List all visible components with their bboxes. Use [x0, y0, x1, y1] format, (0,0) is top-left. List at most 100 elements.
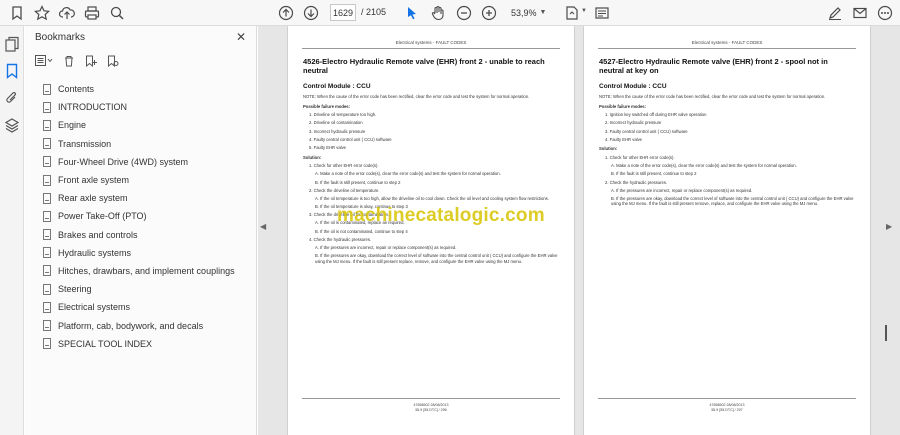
solution-step: A. If the oil temperature is too high, a…: [315, 195, 549, 201]
print-icon[interactable]: [83, 4, 101, 22]
bookmark-icon: [43, 119, 51, 131]
chevron-down-icon: ▼: [539, 9, 547, 16]
solution-step: B. If the fault is still present, contin…: [315, 179, 401, 185]
bookmark-item-pto[interactable]: Power Take-Off (PTO): [43, 207, 235, 225]
hand-tool-icon[interactable]: [429, 4, 447, 22]
email-icon[interactable]: [851, 4, 869, 22]
footer-divider: [302, 398, 560, 399]
bookmark-item-platform[interactable]: Platform, cab, bodywork, and decals: [43, 316, 235, 334]
bookmark-options-icon[interactable]: [35, 54, 53, 68]
scrollbar-thumb[interactable]: [885, 325, 887, 341]
bookmark-label: Brakes and controls: [58, 229, 138, 240]
bookmark-item-front-axle[interactable]: Front axle system: [43, 171, 235, 189]
bookmark-item-hydraulic[interactable]: Hydraulic systems: [43, 244, 235, 262]
collapse-left-arrow-icon[interactable]: ◀: [260, 222, 266, 231]
bookmark-item-contents[interactable]: Contents: [43, 80, 235, 98]
failure-item: 4. Faulty central control unit ( CCU) so…: [309, 136, 392, 142]
bookmark-icon: [43, 338, 51, 350]
bookmark-item-engine[interactable]: Engine: [43, 116, 235, 134]
collapse-right-arrow-icon[interactable]: ▶: [886, 222, 892, 231]
bookmarks-panel: Bookmarks ✕ Contents INTRODUCTION Engine…: [25, 26, 257, 435]
page-fit-icon[interactable]: [563, 4, 581, 22]
solution-step: 2. Check the driveline oil temperature.: [309, 187, 380, 193]
bookmark-label: Electrical systems: [58, 302, 131, 313]
bookmark-item-electrical[interactable]: Electrical systems: [43, 298, 235, 316]
note-text: NOTE: When the cause of the error code h…: [599, 94, 826, 99]
toolbar: 1629 / 2105 53,9% ▼ ▼: [0, 0, 900, 26]
zoom-search-icon[interactable]: [108, 4, 126, 22]
more-options-icon[interactable]: [876, 4, 894, 22]
star-icon[interactable]: [33, 4, 51, 22]
bookmark-icon: [43, 229, 51, 241]
bookmark-label: Transmission: [58, 138, 112, 149]
solution-step: A. Make a note of the error code(s), cle…: [611, 163, 797, 169]
next-page-icon[interactable]: [302, 4, 320, 22]
previous-page-icon[interactable]: [277, 4, 295, 22]
bookmark-item-transmission[interactable]: Transmission: [43, 135, 235, 153]
chevron-down-icon[interactable]: ▼: [581, 8, 587, 14]
bookmark-label: Rear axle system: [58, 193, 128, 204]
zoom-in-icon[interactable]: [480, 4, 498, 22]
fault-body: NOTE: When the cause of the error code h…: [303, 94, 560, 267]
bookmark-item-4wd[interactable]: Four-Wheel Drive (4WD) system: [43, 153, 235, 171]
failure-item: 2. Driveline oil contamination: [309, 120, 363, 126]
solution-heading: Solution:: [303, 154, 322, 160]
page-header: Electrical systems - FAULT CODES: [395, 40, 467, 45]
page-footer: 47658502 28/08/2013 55.9 [55.DTC] / 297: [584, 403, 870, 413]
bookmark-icon: [43, 192, 51, 204]
bookmark-item-steering[interactable]: Steering: [43, 280, 235, 298]
solution-step: 4. Check the hydraulic pressures.: [309, 236, 372, 242]
failure-list: 1. Driveline oil temperature too high. 2.…: [303, 112, 560, 150]
comment-icon[interactable]: [593, 4, 611, 22]
footer-page: 55.9 [55.DTC] / 297: [711, 408, 743, 412]
solution-list: 1. Check for other EHR error code(s). A. …: [599, 155, 856, 207]
bookmark-toolbar-icon[interactable]: [8, 4, 26, 22]
failure-item: 3. Incorrect hydraulic pressure: [309, 128, 366, 134]
close-icon[interactable]: ✕: [236, 30, 246, 44]
bookmark-label: Hydraulic systems: [58, 247, 132, 258]
bookmark-item-rear-axle[interactable]: Rear axle system: [43, 189, 235, 207]
failure-list: 1. Ignition key switched off during EHR …: [599, 112, 856, 142]
fault-body: NOTE: When the cause of the error code h…: [599, 94, 856, 210]
page-thumbnails-icon[interactable]: [4, 36, 20, 52]
bookmark-item-hitches[interactable]: Hitches, drawbars, and implement couplin…: [43, 262, 235, 280]
bookmark-item-brakes[interactable]: Brakes and controls: [43, 226, 235, 244]
control-module: Control Module : CCU: [303, 83, 371, 90]
page-footer: 47658502 28/08/2013 55.9 [55.DTC] / 296: [288, 403, 574, 413]
bookmark-icon: [43, 174, 51, 186]
zoom-out-icon[interactable]: [455, 4, 473, 22]
bookmark-icon: [43, 101, 51, 113]
failure-heading: Possible failure modes:: [303, 103, 351, 109]
new-bookmark-icon[interactable]: [85, 54, 97, 68]
upload-cloud-icon[interactable]: [58, 4, 76, 22]
bookmark-icon: [43, 265, 51, 277]
bookmark-icon: [43, 283, 51, 295]
note-text: NOTE: When the cause of the error code h…: [303, 94, 530, 99]
zoom-level-select[interactable]: 53,9% ▼: [508, 4, 552, 21]
bookmark-properties-icon[interactable]: [107, 54, 119, 68]
pdf-page-left: Electrical systems - FAULT CODES 4526-El…: [287, 26, 575, 435]
fault-title: 4527-Electro Hydraulic Remote valve (EHR…: [599, 57, 828, 75]
select-cursor-icon[interactable]: [403, 4, 421, 22]
bookmarks-toolbar: [35, 54, 119, 68]
solution-step: A. If the pressures are incorrect, repai…: [315, 245, 457, 250]
solution-step: B. If the oil is not contaminated, conti…: [315, 228, 408, 234]
bookmarks-panel-icon[interactable]: [4, 63, 20, 79]
zoom-level-value: 53,9%: [511, 7, 537, 18]
bookmark-label: Power Take-Off (PTO): [58, 211, 147, 222]
bookmark-icon: [43, 156, 51, 168]
page-number-input[interactable]: 1629: [330, 4, 356, 21]
delete-bookmark-icon[interactable]: [63, 54, 75, 68]
sign-pen-icon[interactable]: [826, 4, 844, 22]
bookmark-label: Contents: [58, 84, 95, 95]
page-total: / 2105: [361, 7, 387, 17]
failure-item: 1. Ignition key switched off during EHR …: [605, 112, 707, 118]
bookmark-icon: [43, 301, 51, 313]
bookmark-label: Platform, cab, bodywork, and decals: [58, 320, 204, 331]
failure-item: 2. Incorrect hydraulic pressure: [605, 120, 662, 126]
fault-title: 4526-Electro Hydraulic Remote valve (EHR…: [303, 57, 545, 75]
bookmark-item-introduction[interactable]: INTRODUCTION: [43, 98, 235, 116]
attachments-paperclip-icon[interactable]: [4, 90, 20, 106]
bookmark-item-special-tool[interactable]: SPECIAL TOOL INDEX: [43, 335, 235, 353]
layers-icon[interactable]: [4, 117, 20, 133]
